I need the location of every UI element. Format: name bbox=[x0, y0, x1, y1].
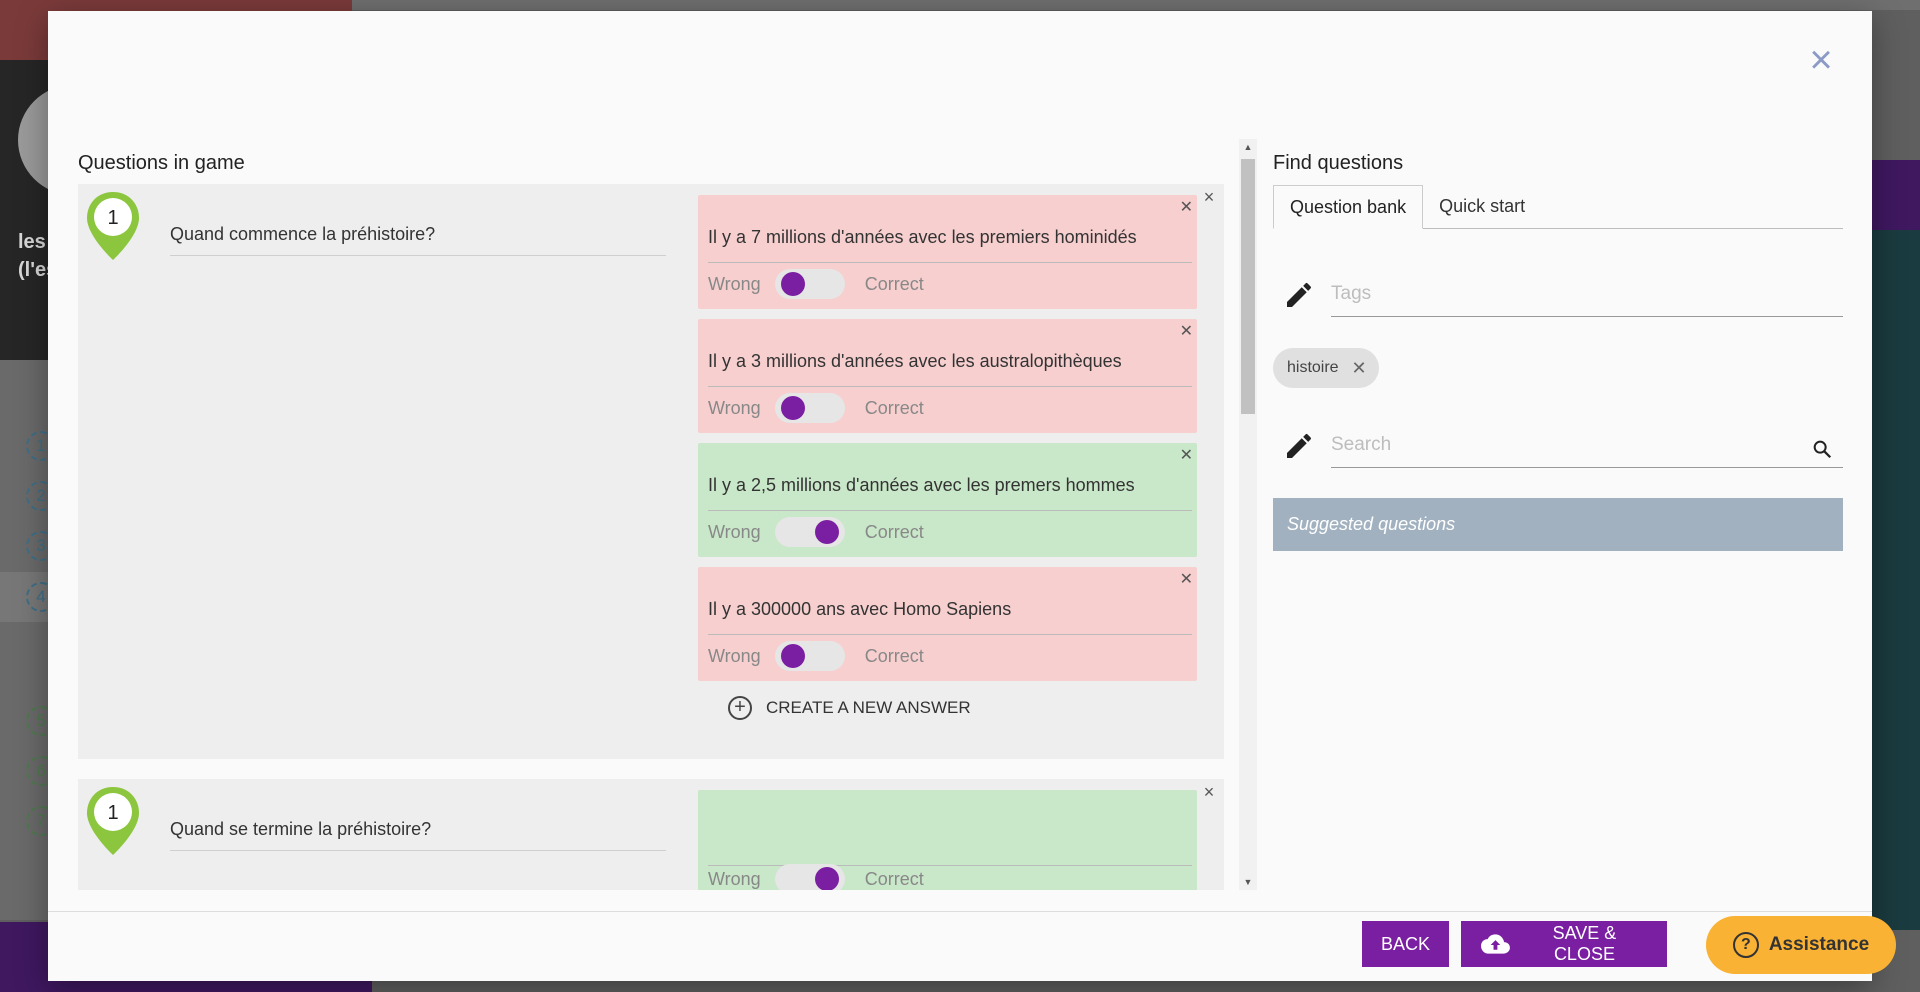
wrong-label: Wrong bbox=[708, 521, 761, 542]
answer-toggle-row: Wrong Correct bbox=[708, 864, 924, 890]
wrong-label: Wrong bbox=[708, 645, 761, 666]
help-icon: ? bbox=[1732, 932, 1759, 958]
correct-toggle[interactable] bbox=[774, 393, 845, 423]
questions-in-game-title: Questions in game bbox=[78, 152, 245, 174]
answer-text[interactable]: Il y a 7 millions d'années avec les prem… bbox=[708, 227, 1192, 263]
search-icon[interactable] bbox=[1811, 438, 1833, 460]
answer-toggle-row: Wrong Correct bbox=[708, 517, 924, 547]
answer-card: ✕ Il y a 2,5 millions d'années avec les … bbox=[698, 443, 1197, 557]
toggle-knob bbox=[814, 867, 839, 890]
remove-tag-icon[interactable]: ✕ bbox=[1351, 348, 1366, 388]
question-text[interactable]: Quand se termine la préhistoire? bbox=[170, 819, 666, 851]
question-source-tabs: Question bank Quick start bbox=[1273, 185, 1843, 229]
correct-label: Correct bbox=[864, 521, 924, 542]
save-close-button[interactable]: SAVE & CLOSE bbox=[1461, 921, 1667, 967]
questions-list: 1 Quand commence la préhistoire? × ✕ Il … bbox=[78, 184, 1224, 890]
delete-answer-icon[interactable]: ✕ bbox=[1180, 321, 1193, 341]
map-pin-icon: 1 bbox=[87, 192, 139, 260]
scroll-thumb[interactable] bbox=[1241, 159, 1255, 414]
close-icon[interactable]: × bbox=[1802, 40, 1840, 80]
correct-label: Correct bbox=[864, 645, 924, 666]
bg-right-panel bbox=[1872, 230, 1920, 930]
question-text[interactable]: Quand commence la préhistoire? bbox=[170, 224, 666, 256]
correct-label: Correct bbox=[864, 273, 924, 294]
tags-field[interactable]: Tags bbox=[1273, 269, 1843, 317]
delete-answer-icon[interactable]: ✕ bbox=[1180, 197, 1193, 217]
delete-question-icon[interactable]: × bbox=[1200, 188, 1218, 206]
correct-toggle[interactable] bbox=[774, 517, 845, 547]
find-questions-title: Find questions bbox=[1273, 152, 1404, 174]
correct-toggle[interactable] bbox=[774, 269, 845, 299]
wrong-label: Wrong bbox=[708, 868, 761, 889]
toggle-knob bbox=[780, 396, 805, 420]
answer-toggle-row: Wrong Correct bbox=[708, 393, 924, 423]
cloud-upload-icon bbox=[1481, 934, 1510, 954]
tab-question-bank[interactable]: Question bank bbox=[1273, 185, 1424, 229]
answer-toggle-row: Wrong Correct bbox=[708, 641, 924, 671]
scroll-up-icon[interactable]: ▲ bbox=[1239, 139, 1257, 155]
search-underline bbox=[1331, 467, 1843, 468]
toggle-knob bbox=[780, 644, 805, 668]
create-answer-button[interactable]: + CREATE A NEW ANSWER bbox=[728, 696, 971, 720]
answer-card: ✕ Il y a 300000 ans avec Homo Sapiens Wr… bbox=[698, 567, 1197, 681]
answer-card: ✕ Il y a 3 millions d'années avec les au… bbox=[698, 319, 1197, 433]
pencil-icon bbox=[1287, 282, 1312, 307]
wrong-label: Wrong bbox=[708, 397, 761, 418]
tags-placeholder: Tags bbox=[1331, 283, 1372, 304]
toggle-knob bbox=[780, 272, 805, 296]
back-button[interactable]: BACK bbox=[1362, 921, 1449, 967]
correct-toggle[interactable] bbox=[774, 641, 845, 671]
question-number: 1 bbox=[107, 802, 118, 824]
save-close-label: SAVE & CLOSE bbox=[1552, 923, 1617, 964]
questions-scrollbar[interactable]: ▲ ▼ bbox=[1239, 139, 1257, 890]
tag-chip-label: histoire bbox=[1287, 359, 1339, 376]
answer-text[interactable]: Il y a 3 millions d'années avec les aust… bbox=[708, 351, 1192, 387]
pencil-icon bbox=[1287, 433, 1312, 458]
tag-chip[interactable]: histoire ✕ bbox=[1273, 348, 1379, 388]
bg-topbar bbox=[352, 0, 1920, 10]
correct-toggle[interactable] bbox=[774, 864, 845, 890]
map-pin-icon: 1 bbox=[87, 787, 139, 855]
correct-label: Correct bbox=[864, 397, 924, 418]
correct-label: Correct bbox=[864, 868, 924, 889]
question-card: 1 Quand se termine la préhistoire? × Wro… bbox=[78, 779, 1224, 890]
search-placeholder: Search bbox=[1331, 434, 1392, 455]
search-field[interactable]: Search bbox=[1273, 420, 1843, 468]
bg-right-strip bbox=[1872, 160, 1920, 230]
scroll-down-icon[interactable]: ▼ bbox=[1239, 874, 1257, 890]
delete-answer-icon[interactable]: ✕ bbox=[1180, 445, 1193, 465]
create-answer-label: CREATE A NEW ANSWER bbox=[766, 698, 971, 717]
answer-text[interactable]: Il y a 2,5 millions d'années avec les pr… bbox=[708, 475, 1192, 511]
delete-question-icon[interactable]: × bbox=[1200, 783, 1218, 801]
answer-card: ✕ Il y a 7 millions d'années avec les pr… bbox=[698, 195, 1197, 309]
answer-toggle-row: Wrong Correct bbox=[708, 269, 924, 299]
question-editor-modal: × Questions in game 1 Quand commence la … bbox=[48, 11, 1872, 981]
assistance-label: Assistance bbox=[1768, 934, 1870, 955]
toggle-knob bbox=[814, 520, 839, 544]
wrong-label: Wrong bbox=[708, 273, 761, 294]
answer-text[interactable] bbox=[708, 822, 1192, 866]
tags-underline bbox=[1331, 316, 1843, 317]
footer-divider bbox=[48, 911, 1872, 912]
assistance-button[interactable]: ? Assistance bbox=[1706, 916, 1896, 974]
tab-quick-start[interactable]: Quick start bbox=[1423, 185, 1541, 229]
answer-text[interactable]: Il y a 300000 ans avec Homo Sapiens bbox=[708, 599, 1192, 635]
question-number: 1 bbox=[107, 207, 118, 229]
question-card: 1 Quand commence la préhistoire? × ✕ Il … bbox=[78, 184, 1224, 759]
delete-answer-icon[interactable]: ✕ bbox=[1180, 569, 1193, 589]
add-circle-icon: + bbox=[728, 696, 752, 720]
answer-card: Wrong Correct bbox=[698, 790, 1197, 890]
suggested-questions-header[interactable]: Suggested questions bbox=[1273, 498, 1843, 551]
